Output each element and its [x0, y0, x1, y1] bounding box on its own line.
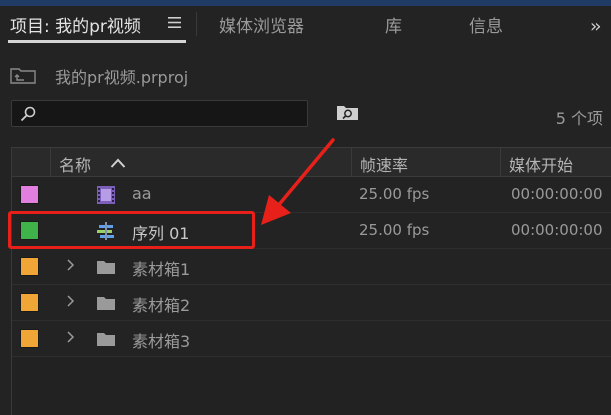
- tab-library[interactable]: 库: [385, 12, 402, 37]
- table-row[interactable]: 素材箱3: [12, 321, 611, 357]
- header-label-column[interactable]: [12, 148, 51, 176]
- hamburger-menu-icon[interactable]: [168, 17, 181, 28]
- folder-icon: [97, 297, 115, 310]
- item-frame-rate: 25.00 fps: [359, 221, 430, 239]
- folder-icon: [97, 333, 115, 346]
- column-divider[interactable]: [500, 148, 501, 176]
- item-name[interactable]: 素材箱1: [132, 256, 190, 280]
- column-header-name[interactable]: 名称: [59, 152, 91, 176]
- search-input[interactable]: [11, 100, 308, 127]
- annotation-highlight-box: [8, 211, 255, 249]
- column-header-media-start[interactable]: 媒体开始: [509, 152, 573, 176]
- item-name[interactable]: 素材箱2: [132, 292, 190, 316]
- search-icon: [20, 106, 36, 122]
- tab-separator: [196, 12, 197, 36]
- item-name[interactable]: 素材箱3: [132, 328, 190, 352]
- chevron-right-icon[interactable]: [65, 294, 75, 308]
- column-divider[interactable]: [351, 148, 352, 176]
- label-color-swatch[interactable]: [20, 185, 39, 204]
- annotation-arrow-icon: [261, 138, 335, 225]
- active-tab-underline: [8, 40, 186, 43]
- item-count: 5 个项: [555, 109, 603, 128]
- folder-icon: [97, 261, 115, 274]
- chevron-right-icon[interactable]: [65, 258, 75, 272]
- table-row[interactable]: 素材箱1: [12, 249, 611, 285]
- project-filename: 我的pr视频.prproj: [55, 68, 189, 87]
- item-frame-rate: 25.00 fps: [359, 185, 430, 203]
- project-folder-icon: [10, 68, 36, 84]
- tab-info[interactable]: 信息: [469, 12, 503, 37]
- chevron-right-icon[interactable]: [65, 330, 75, 344]
- label-color-swatch[interactable]: [20, 257, 39, 276]
- column-header-frame-rate[interactable]: 帧速率: [360, 152, 408, 176]
- double-chevron-right-icon[interactable]: ››: [590, 16, 602, 37]
- label-color-swatch[interactable]: [20, 293, 39, 312]
- sort-ascending-icon[interactable]: [110, 158, 126, 168]
- tab-media-browser[interactable]: 媒体浏览器: [219, 12, 304, 37]
- item-media-start: 00:00:00:00: [511, 221, 603, 239]
- film-clip-icon: [97, 186, 115, 204]
- item-media-start: 00:00:00:00: [511, 185, 603, 203]
- new-bin-icon[interactable]: [336, 104, 359, 121]
- tab-project[interactable]: 项目: 我的pr视频: [10, 12, 141, 37]
- item-name[interactable]: aa: [132, 184, 152, 203]
- label-color-swatch[interactable]: [20, 329, 39, 348]
- table-row[interactable]: 素材箱2: [12, 285, 611, 321]
